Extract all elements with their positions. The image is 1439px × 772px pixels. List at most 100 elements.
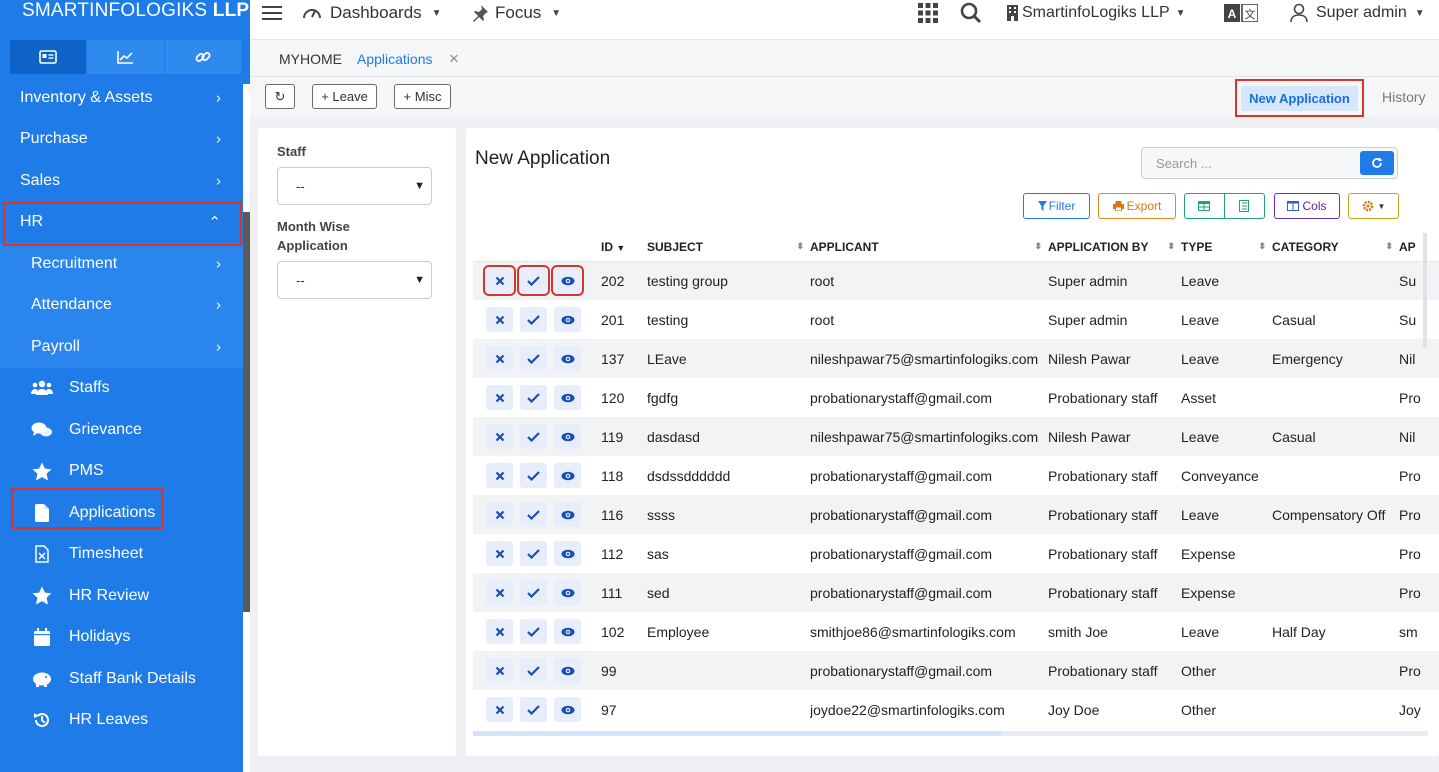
reject-button[interactable] xyxy=(486,385,513,410)
table-row[interactable]: 120 fgdfg probationarystaff@gmail.com Proba… xyxy=(473,378,1439,417)
column-header-ap[interactable]: AP xyxy=(1399,233,1439,262)
refresh-button[interactable]: ↻ xyxy=(265,84,295,109)
sidebar-item-hr-review[interactable]: HR Review xyxy=(0,575,243,617)
reject-button[interactable] xyxy=(486,424,513,449)
sidebar-item-inventory[interactable]: Inventory & Assets › xyxy=(0,77,243,119)
sidebar-item-payroll[interactable]: Payroll › xyxy=(0,326,243,368)
sidebar-tab-links[interactable] xyxy=(164,40,242,74)
view-button[interactable] xyxy=(551,265,584,297)
sidebar-item-grievance[interactable]: Grievance xyxy=(0,409,243,451)
reject-button[interactable] xyxy=(486,580,513,605)
view-button[interactable] xyxy=(554,385,581,410)
table-row[interactable]: 118 dsdssdddddd probationarystaff@gmail.co… xyxy=(473,456,1439,495)
view-button[interactable] xyxy=(554,697,581,722)
filter-button[interactable]: Filter xyxy=(1023,193,1090,219)
table-vertical-scrollbar[interactable] xyxy=(1423,233,1427,348)
company-menu[interactable]: SmartinfoLogiks LLP ▼ xyxy=(1007,0,1186,26)
settings-dropdown-button[interactable]: ▼ xyxy=(1348,193,1399,219)
table-row[interactable]: 111 sed probationarystaff@gmail.com Probati… xyxy=(473,573,1439,612)
sidebar-item-hr-leaves[interactable]: HR Leaves xyxy=(0,700,243,742)
reject-button[interactable] xyxy=(486,541,513,566)
reject-button[interactable] xyxy=(486,502,513,527)
table-row[interactable]: 119 dasdasd nileshpawar75@smartinfologiks.… xyxy=(473,417,1439,456)
sidebar-tab-dashboard[interactable] xyxy=(10,40,88,74)
reject-button[interactable] xyxy=(486,658,513,683)
table-row[interactable]: 97 joydoe22@smartinfologiks.com Joy Doe Oth… xyxy=(473,690,1439,729)
columns-button[interactable]: Cols xyxy=(1274,193,1340,219)
reject-button[interactable] xyxy=(486,697,513,722)
column-header-application-by[interactable]: APPLICATION BY ⬍ xyxy=(1048,233,1181,262)
column-header-applicant[interactable]: APPLICANT ⬍ xyxy=(810,233,1048,262)
approve-button[interactable] xyxy=(520,541,547,566)
view-button[interactable] xyxy=(554,658,581,683)
column-header-id[interactable]: ID ▼ xyxy=(601,233,647,262)
sidebar-scrollbar-thumb[interactable] xyxy=(243,212,250,612)
table-row[interactable]: 99 probationarystaff@gmail.com Probationar… xyxy=(473,651,1439,690)
sidebar-tab-charts[interactable] xyxy=(87,40,165,74)
view-button[interactable] xyxy=(554,463,581,488)
table-horizontal-scrollbar-thumb[interactable] xyxy=(473,731,1001,736)
sidebar-item-staff-bank-details[interactable]: Staff Bank Details xyxy=(0,658,243,700)
sidebar-item-purchase[interactable]: Purchase › xyxy=(0,119,243,161)
breadcrumb-current[interactable]: Applications xyxy=(357,51,433,67)
approve-button[interactable] xyxy=(517,265,550,297)
table-row[interactable]: 116 ssss probationarystaff@gmail.com Probat… xyxy=(473,495,1439,534)
view-button[interactable] xyxy=(554,502,581,527)
approve-button[interactable] xyxy=(520,463,547,488)
search-input[interactable]: Search ... xyxy=(1141,147,1398,179)
column-header-category[interactable]: CATEGORY ⬍ xyxy=(1272,233,1399,262)
approve-button[interactable] xyxy=(520,424,547,449)
sidebar-item-recruitment[interactable]: Recruitment › xyxy=(0,243,243,285)
search-icon[interactable] xyxy=(960,0,982,26)
view-button[interactable] xyxy=(554,346,581,371)
staff-select[interactable]: -- ▼ xyxy=(277,167,432,205)
sidebar-item-staffs[interactable]: Staffs xyxy=(0,368,243,410)
view-button[interactable] xyxy=(554,541,581,566)
sidebar-item-pms[interactable]: PMS xyxy=(0,451,243,493)
search-refresh-button[interactable] xyxy=(1360,151,1394,175)
close-tab-icon[interactable]: × xyxy=(449,49,459,69)
reject-button[interactable] xyxy=(483,265,516,297)
approve-button[interactable] xyxy=(520,385,547,410)
hamburger-menu-icon[interactable] xyxy=(262,0,282,26)
sidebar-item-timesheet[interactable]: Timesheet xyxy=(0,534,243,576)
approve-button[interactable] xyxy=(520,502,547,527)
approve-button[interactable] xyxy=(520,307,547,332)
export-button[interactable]: Export xyxy=(1098,193,1176,219)
month-select[interactable]: -- ▼ xyxy=(277,261,432,299)
language-translate-icon[interactable]: A文 xyxy=(1224,0,1258,26)
column-header-subject[interactable]: SUBJECT ⬍ xyxy=(647,233,810,262)
approve-button[interactable] xyxy=(520,658,547,683)
table-view-button[interactable] xyxy=(1185,194,1225,218)
approve-button[interactable] xyxy=(520,346,547,371)
column-header-type[interactable]: TYPE ⬍ xyxy=(1181,233,1272,262)
view-button[interactable] xyxy=(554,580,581,605)
view-button[interactable] xyxy=(554,619,581,644)
user-menu[interactable]: Super admin ▼ xyxy=(1290,0,1425,26)
add-misc-button[interactable]: + Misc xyxy=(394,84,451,109)
table-row[interactable]: 102 Employee smithjoe86@smartinfologiks.co… xyxy=(473,612,1439,651)
brand-logo[interactable]: SMARTINFOLOGIKS LLP xyxy=(0,0,250,38)
table-horizontal-scrollbar[interactable] xyxy=(473,731,1428,736)
table-row[interactable]: 201 testing root Super admin Leave Casual Su xyxy=(473,300,1439,339)
focus-menu[interactable]: Focus ▼ xyxy=(471,0,561,26)
dashboards-menu[interactable]: Dashboards ▼ xyxy=(302,0,442,26)
breadcrumb-home[interactable]: MYHOME xyxy=(279,51,342,67)
view-button[interactable] xyxy=(554,307,581,332)
approve-button[interactable] xyxy=(520,619,547,644)
approve-button[interactable] xyxy=(520,580,547,605)
table-row[interactable]: 137 LEave nileshpawar75@smartinfologiks.co… xyxy=(473,339,1439,378)
sidebar-item-sales[interactable]: Sales › xyxy=(0,160,243,202)
sidebar-item-attendance[interactable]: Attendance › xyxy=(0,285,243,327)
reject-button[interactable] xyxy=(486,346,513,371)
add-leave-button[interactable]: + Leave xyxy=(312,84,377,109)
apps-grid-icon[interactable] xyxy=(918,0,938,26)
list-view-button[interactable] xyxy=(1225,194,1265,218)
new-application-tab[interactable]: New Application xyxy=(1235,79,1364,117)
table-row[interactable]: 112 sas probationarystaff@gmail.com Probati… xyxy=(473,534,1439,573)
table-row[interactable]: 202 testing group root Super admin Leave Su xyxy=(473,261,1439,300)
history-tab[interactable]: History xyxy=(1382,89,1426,105)
approve-button[interactable] xyxy=(520,697,547,722)
sidebar-item-holidays[interactable]: Holidays xyxy=(0,617,243,659)
view-button[interactable] xyxy=(554,424,581,449)
